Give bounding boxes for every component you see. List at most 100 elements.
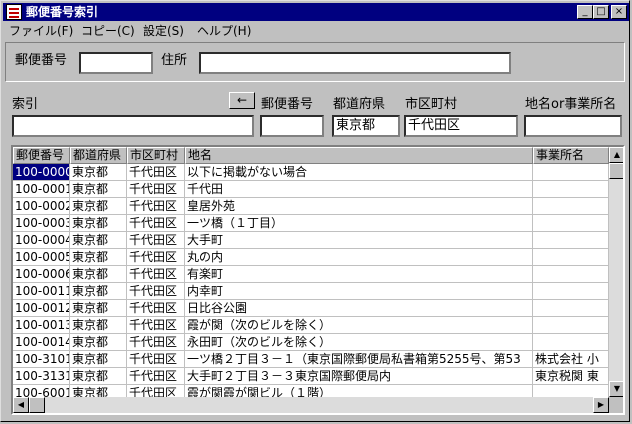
cell-business[interactable] xyxy=(533,266,609,283)
cell-postal[interactable]: 100-0004 xyxy=(13,232,70,249)
scroll-up-button[interactable]: ▲ xyxy=(609,147,623,163)
table-row[interactable]: 100-0014 東京都 千代田区 永田町（次のビルを除く） xyxy=(13,334,609,351)
cell-business[interactable] xyxy=(533,300,609,317)
cell-postal[interactable]: 100-0013 xyxy=(13,317,70,334)
cell-prefecture[interactable]: 東京都 xyxy=(70,249,127,266)
cell-postal[interactable]: 100-0002 xyxy=(13,198,70,215)
scroll-left-button[interactable]: ◀ xyxy=(13,397,29,413)
app-icon[interactable] xyxy=(6,4,22,20)
cell-business[interactable] xyxy=(533,164,609,181)
search-postal-input[interactable] xyxy=(260,115,324,137)
city-input[interactable]: 千代田区 xyxy=(404,115,518,137)
cell-place[interactable]: 霞が関（次のビルを除く） xyxy=(185,317,533,334)
cell-postal[interactable]: 100-3131 xyxy=(13,368,70,385)
cell-city[interactable]: 千代田区 xyxy=(127,164,185,181)
cell-city[interactable]: 千代田区 xyxy=(127,300,185,317)
results-table[interactable]: 郵便番号 都道府県 市区町村 地名 事業所名 100-0000 東京都 千代田区 以下… xyxy=(11,145,625,415)
table-row[interactable]: 100-0004 東京都 千代田区 大手町 xyxy=(13,232,609,249)
cell-prefecture[interactable]: 東京都 xyxy=(70,334,127,351)
cell-prefecture[interactable]: 東京都 xyxy=(70,283,127,300)
postal-code-field[interactable] xyxy=(79,52,153,74)
table-row[interactable]: 100-3131 東京都 千代田区 大手町２丁目３－３東京国際郵便局内 東京税関 東 xyxy=(13,368,609,385)
menu-help[interactable]: ヘルプ(H) xyxy=(197,24,251,38)
cell-postal[interactable]: 100-0014 xyxy=(13,334,70,351)
scroll-right-button[interactable]: ▶ xyxy=(593,397,609,413)
cell-business[interactable] xyxy=(533,317,609,334)
table-row[interactable]: 100-0013 東京都 千代田区 霞が関（次のビルを除く） xyxy=(13,317,609,334)
cell-city[interactable]: 千代田区 xyxy=(127,351,185,368)
column-header-place[interactable]: 地名 xyxy=(185,147,533,164)
cell-prefecture[interactable]: 東京都 xyxy=(70,215,127,232)
table-row[interactable]: 100-3101 東京都 千代田区 一ツ橋２丁目３－１（東京国際郵便局私書箱第5255… xyxy=(13,351,609,368)
cell-business[interactable] xyxy=(533,198,609,215)
cell-prefecture[interactable]: 東京都 xyxy=(70,300,127,317)
cell-place[interactable]: 千代田 xyxy=(185,181,533,198)
column-header-city[interactable]: 市区町村 xyxy=(127,147,185,164)
cell-business[interactable] xyxy=(533,232,609,249)
column-header-postal[interactable]: 郵便番号 xyxy=(13,147,70,164)
table-row[interactable]: 100-0000 東京都 千代田区 以下に掲載がない場合 xyxy=(13,164,609,181)
cell-prefecture[interactable]: 東京都 xyxy=(70,368,127,385)
cell-business[interactable] xyxy=(533,215,609,232)
cell-city[interactable]: 千代田区 xyxy=(127,198,185,215)
menu-settings[interactable]: 設定(S) xyxy=(143,24,184,38)
cell-city[interactable]: 千代田区 xyxy=(127,181,185,198)
cell-postal[interactable]: 100-0011 xyxy=(13,283,70,300)
cell-postal[interactable]: 100-0005 xyxy=(13,249,70,266)
cell-city[interactable]: 千代田区 xyxy=(127,266,185,283)
table-row[interactable]: 100-0005 東京都 千代田区 丸の内 xyxy=(13,249,609,266)
cell-postal[interactable]: 100-0006 xyxy=(13,266,70,283)
vertical-scroll-thumb[interactable] xyxy=(609,163,623,179)
cell-business[interactable] xyxy=(533,181,609,198)
table-row[interactable]: 100-0006 東京都 千代田区 有楽町 xyxy=(13,266,609,283)
cell-city[interactable]: 千代田区 xyxy=(127,215,185,232)
cell-city[interactable]: 千代田区 xyxy=(127,232,185,249)
table-row[interactable]: 100-0001 東京都 千代田区 千代田 xyxy=(13,181,609,198)
horizontal-scroll-thumb[interactable] xyxy=(29,397,45,413)
cell-postal[interactable]: 100-0003 xyxy=(13,215,70,232)
cell-place[interactable]: 内幸町 xyxy=(185,283,533,300)
cell-city[interactable]: 千代田区 xyxy=(127,249,185,266)
cell-business[interactable]: 東京税関 東 xyxy=(533,368,609,385)
column-header-prefecture[interactable]: 都道府県 xyxy=(70,147,127,164)
cell-city[interactable]: 千代田区 xyxy=(127,334,185,351)
cell-prefecture[interactable]: 東京都 xyxy=(70,164,127,181)
close-button[interactable]: × xyxy=(611,5,627,19)
cell-place[interactable]: 一ツ橋２丁目３－１（東京国際郵便局私書箱第5255号、第53 xyxy=(185,351,533,368)
index-input[interactable] xyxy=(12,115,254,137)
cell-city[interactable]: 千代田区 xyxy=(127,368,185,385)
cell-business[interactable] xyxy=(533,283,609,300)
cell-postal[interactable]: 100-0001 xyxy=(13,181,70,198)
cell-place[interactable]: 大手町２丁目３－３東京国際郵便局内 xyxy=(185,368,533,385)
cell-postal[interactable]: 100-0012 xyxy=(13,300,70,317)
cell-postal[interactable]: 100-0000 xyxy=(13,164,70,181)
cell-business[interactable]: 株式会社 小 xyxy=(533,351,609,368)
place-input[interactable] xyxy=(524,115,622,137)
cell-prefecture[interactable]: 東京都 xyxy=(70,351,127,368)
prefecture-input[interactable]: 東京都 xyxy=(332,115,400,137)
cell-place[interactable]: 一ツ橋（１丁目） xyxy=(185,215,533,232)
cell-place[interactable]: 皇居外苑 xyxy=(185,198,533,215)
title-bar[interactable]: 郵便番号索引 _ □ × xyxy=(3,3,629,21)
vertical-scrollbar[interactable]: ▲ ▼ xyxy=(609,147,623,397)
cell-prefecture[interactable]: 東京都 xyxy=(70,198,127,215)
cell-postal[interactable]: 100-3101 xyxy=(13,351,70,368)
cell-prefecture[interactable]: 東京都 xyxy=(70,232,127,249)
horizontal-scrollbar[interactable]: ◀ ▶ xyxy=(13,397,609,413)
cell-prefecture[interactable]: 東京都 xyxy=(70,317,127,334)
arrow-left-button[interactable]: ← xyxy=(229,92,255,109)
cell-place[interactable]: 永田町（次のビルを除く） xyxy=(185,334,533,351)
maximize-button[interactable]: □ xyxy=(593,5,609,19)
minimize-button[interactable]: _ xyxy=(577,5,593,19)
menu-file[interactable]: ファイル(F) xyxy=(9,24,73,38)
column-header-business[interactable]: 事業所名 xyxy=(533,147,609,164)
table-row[interactable]: 100-0012 東京都 千代田区 日比谷公園 xyxy=(13,300,609,317)
cell-city[interactable]: 千代田区 xyxy=(127,317,185,334)
scroll-down-button[interactable]: ▼ xyxy=(609,381,623,397)
cell-place[interactable]: 大手町 xyxy=(185,232,533,249)
cell-place[interactable]: 丸の内 xyxy=(185,249,533,266)
cell-prefecture[interactable]: 東京都 xyxy=(70,266,127,283)
address-field[interactable] xyxy=(199,52,511,74)
table-row[interactable]: 100-0002 東京都 千代田区 皇居外苑 xyxy=(13,198,609,215)
cell-place[interactable]: 以下に掲載がない場合 xyxy=(185,164,533,181)
